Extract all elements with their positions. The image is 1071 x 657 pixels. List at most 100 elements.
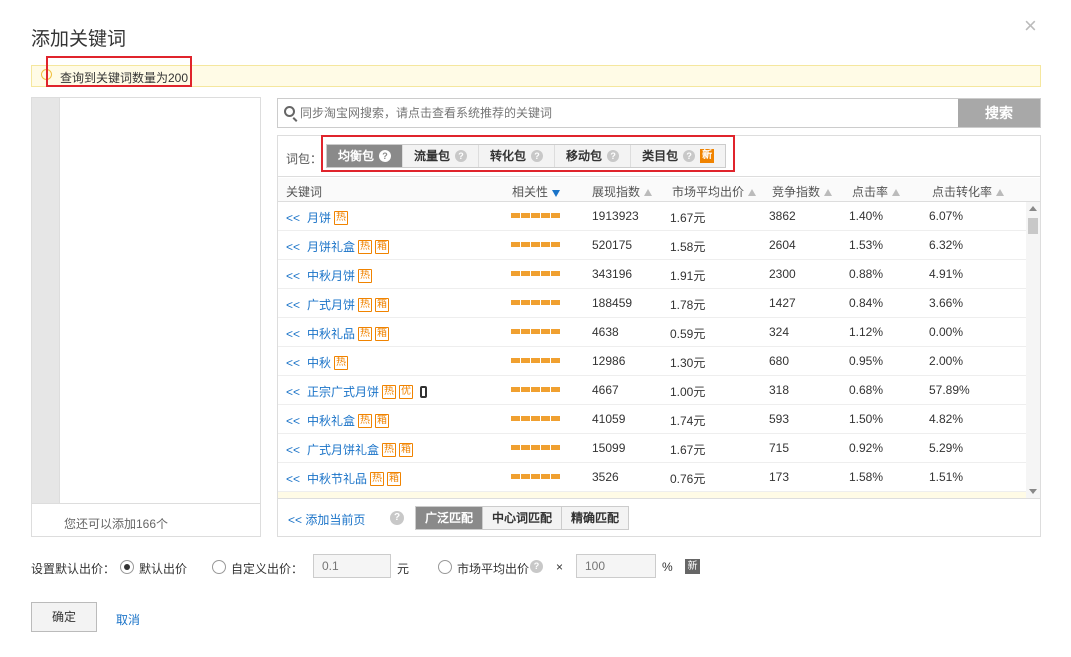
help-icon[interactable]: ? — [531, 150, 544, 162]
dialog-title: 添加关键词 — [31, 29, 127, 50]
remaining-count-text: 您还可以添加166个 — [64, 517, 169, 531]
col-relevance-label: 相关性 — [512, 185, 549, 199]
keyword-link[interactable]: << 广式月饼热箱 — [286, 296, 390, 313]
keyword-link[interactable]: << 中秋礼盒热箱 — [286, 412, 390, 429]
tab-balanced-package[interactable]: 均衡包 ? — [327, 145, 404, 167]
cell-avg-bid: 1.58元 — [670, 240, 706, 254]
cell-avg-bid: 1.78元 — [670, 298, 706, 312]
selected-keywords-list[interactable] — [59, 98, 260, 503]
keyword-link[interactable]: << 中秋节礼品热箱 — [286, 470, 402, 487]
col-cvr[interactable]: 点击转化率 — [932, 183, 1005, 200]
cell-competition: 2300 — [769, 267, 796, 281]
percent-unit: % — [662, 560, 673, 574]
add-arrow: << — [286, 239, 301, 254]
scroll-up-icon[interactable] — [1029, 206, 1037, 211]
help-icon[interactable]: ? — [607, 150, 620, 162]
sort-desc-icon — [552, 190, 561, 197]
keyword-text: 广式月饼 — [307, 298, 356, 312]
market-percent-input[interactable] — [576, 554, 656, 578]
add-arrow: << — [286, 210, 301, 225]
col-cvr-label: 点击转化率 — [932, 185, 993, 199]
scroll-thumb[interactable] — [1028, 218, 1038, 234]
col-impressions[interactable]: 展现指数 — [592, 183, 653, 200]
radio-market-avg-bid[interactable] — [438, 560, 452, 574]
cell-cvr: 2.00% — [929, 354, 964, 368]
table-row: << 正宗广式月饼热优 4667 1.00元 318 0.68% 57.89% — [278, 376, 1026, 405]
add-current-page-link[interactable]: << 添加当前页 — [288, 511, 365, 528]
keyword-link[interactable]: << 中秋热 — [286, 354, 349, 371]
add-arrow: << — [286, 442, 301, 457]
confirm-button[interactable]: 确定 — [31, 602, 97, 632]
keyword-tag: 热 — [382, 384, 397, 399]
tab-exact-match[interactable]: 精确匹配 — [562, 507, 628, 529]
search-input[interactable] — [300, 103, 950, 123]
keyword-link[interactable]: << 正宗广式月饼热优 — [286, 383, 428, 400]
add-arrow: << — [286, 355, 301, 370]
mobile-phone-icon — [420, 385, 428, 398]
cancel-link[interactable]: 取消 — [116, 611, 140, 628]
tab-broad-match[interactable]: 广泛匹配 — [416, 507, 484, 529]
radio-custom-bid[interactable] — [212, 560, 226, 574]
keyword-tag: 热 — [382, 442, 397, 457]
keyword-tag: 热 — [334, 355, 349, 370]
tab-label: 类目包 — [642, 149, 679, 163]
keyword-tag: 热 — [358, 268, 373, 283]
keyword-link[interactable]: << 中秋礼品热箱 — [286, 325, 390, 342]
close-icon[interactable]: × — [1024, 14, 1037, 38]
relevance-bars — [511, 387, 561, 392]
table-row: << 月饼热 1913923 1.67元 3862 1.40% 6.07% — [278, 202, 1026, 231]
table-scrollbar[interactable] — [1026, 202, 1040, 498]
relevance-bars — [511, 213, 561, 218]
cell-avg-bid: 0.59元 — [670, 327, 706, 341]
relevance-bars — [511, 474, 561, 479]
keyword-link[interactable]: << 月饼礼盒热箱 — [286, 238, 390, 255]
cell-impressions: 343196 — [592, 267, 633, 281]
package-tabs: 均衡包 ? 流量包 ? 转化包 ? 移动包 ? 类目包 ? 新 — [326, 144, 727, 168]
cell-ctr: 0.88% — [849, 267, 884, 281]
keyword-text: 中秋节礼品 — [307, 472, 368, 486]
keyword-text: 广式月饼礼盒 — [307, 443, 380, 457]
cell-competition: 2604 — [769, 238, 796, 252]
cell-competition: 3862 — [769, 209, 796, 223]
col-relevance[interactable]: 相关性 — [512, 183, 561, 200]
search-button[interactable]: 搜索 — [958, 99, 1040, 127]
col-ctr[interactable]: 点击率 — [852, 183, 901, 200]
help-icon[interactable]: ? — [455, 150, 468, 162]
col-competition[interactable]: 竞争指数 — [772, 183, 833, 200]
tab-label: 转化包 — [490, 149, 527, 163]
help-icon[interactable]: ? — [379, 150, 392, 162]
radio-default-bid[interactable] — [120, 560, 134, 574]
keyword-tag: 箱 — [375, 413, 390, 428]
cell-ctr: 0.68% — [849, 383, 884, 397]
tab-category-package[interactable]: 类目包 ? 新 — [631, 145, 725, 167]
keyword-tag: 箱 — [399, 442, 414, 457]
cell-impressions: 4667 — [592, 383, 619, 397]
tab-conversion-package[interactable]: 转化包 ? — [479, 145, 556, 167]
tab-mobile-package[interactable]: 移动包 ? — [555, 145, 632, 167]
keyword-tag: 热 — [370, 471, 385, 486]
default-bid-row: 设置默认出价： 默认出价 自定义出价： 元 市场平均出价 ? × % 新 — [31, 553, 731, 579]
help-icon[interactable]: ? — [683, 150, 696, 162]
cell-avg-bid: 1.00元 — [670, 385, 706, 399]
cell-impressions: 520175 — [592, 238, 633, 252]
cell-cvr: 57.89% — [929, 383, 970, 397]
tab-traffic-package[interactable]: 流量包 ? — [403, 145, 480, 167]
keyword-link[interactable]: << 月饼热 — [286, 209, 349, 226]
help-icon[interactable]: ? — [390, 511, 404, 525]
keyword-tag: 热 — [358, 239, 373, 254]
scroll-down-icon[interactable] — [1029, 489, 1037, 494]
tab-phrase-match[interactable]: 中心词匹配 — [483, 507, 563, 529]
help-icon[interactable]: ? — [530, 560, 543, 573]
tab-label: 均衡包 — [338, 149, 375, 163]
sort-icon — [748, 189, 757, 196]
keyword-link[interactable]: << 中秋月饼热 — [286, 267, 373, 284]
cell-impressions: 4638 — [592, 325, 619, 339]
cell-impressions: 1913923 — [592, 209, 639, 223]
sort-icon — [892, 189, 901, 196]
remaining-count: 您还可以添加166个 — [32, 503, 260, 537]
col-avg-bid[interactable]: 市场平均出价 — [672, 183, 757, 200]
keyword-link[interactable]: << 广式月饼礼盒热箱 — [286, 441, 414, 458]
keyword-text: 正宗广式月饼 — [307, 385, 380, 399]
custom-bid-input[interactable] — [313, 554, 391, 578]
table-row: << 中秋月饼热 343196 1.91元 2300 0.88% 4.91% — [278, 260, 1026, 289]
